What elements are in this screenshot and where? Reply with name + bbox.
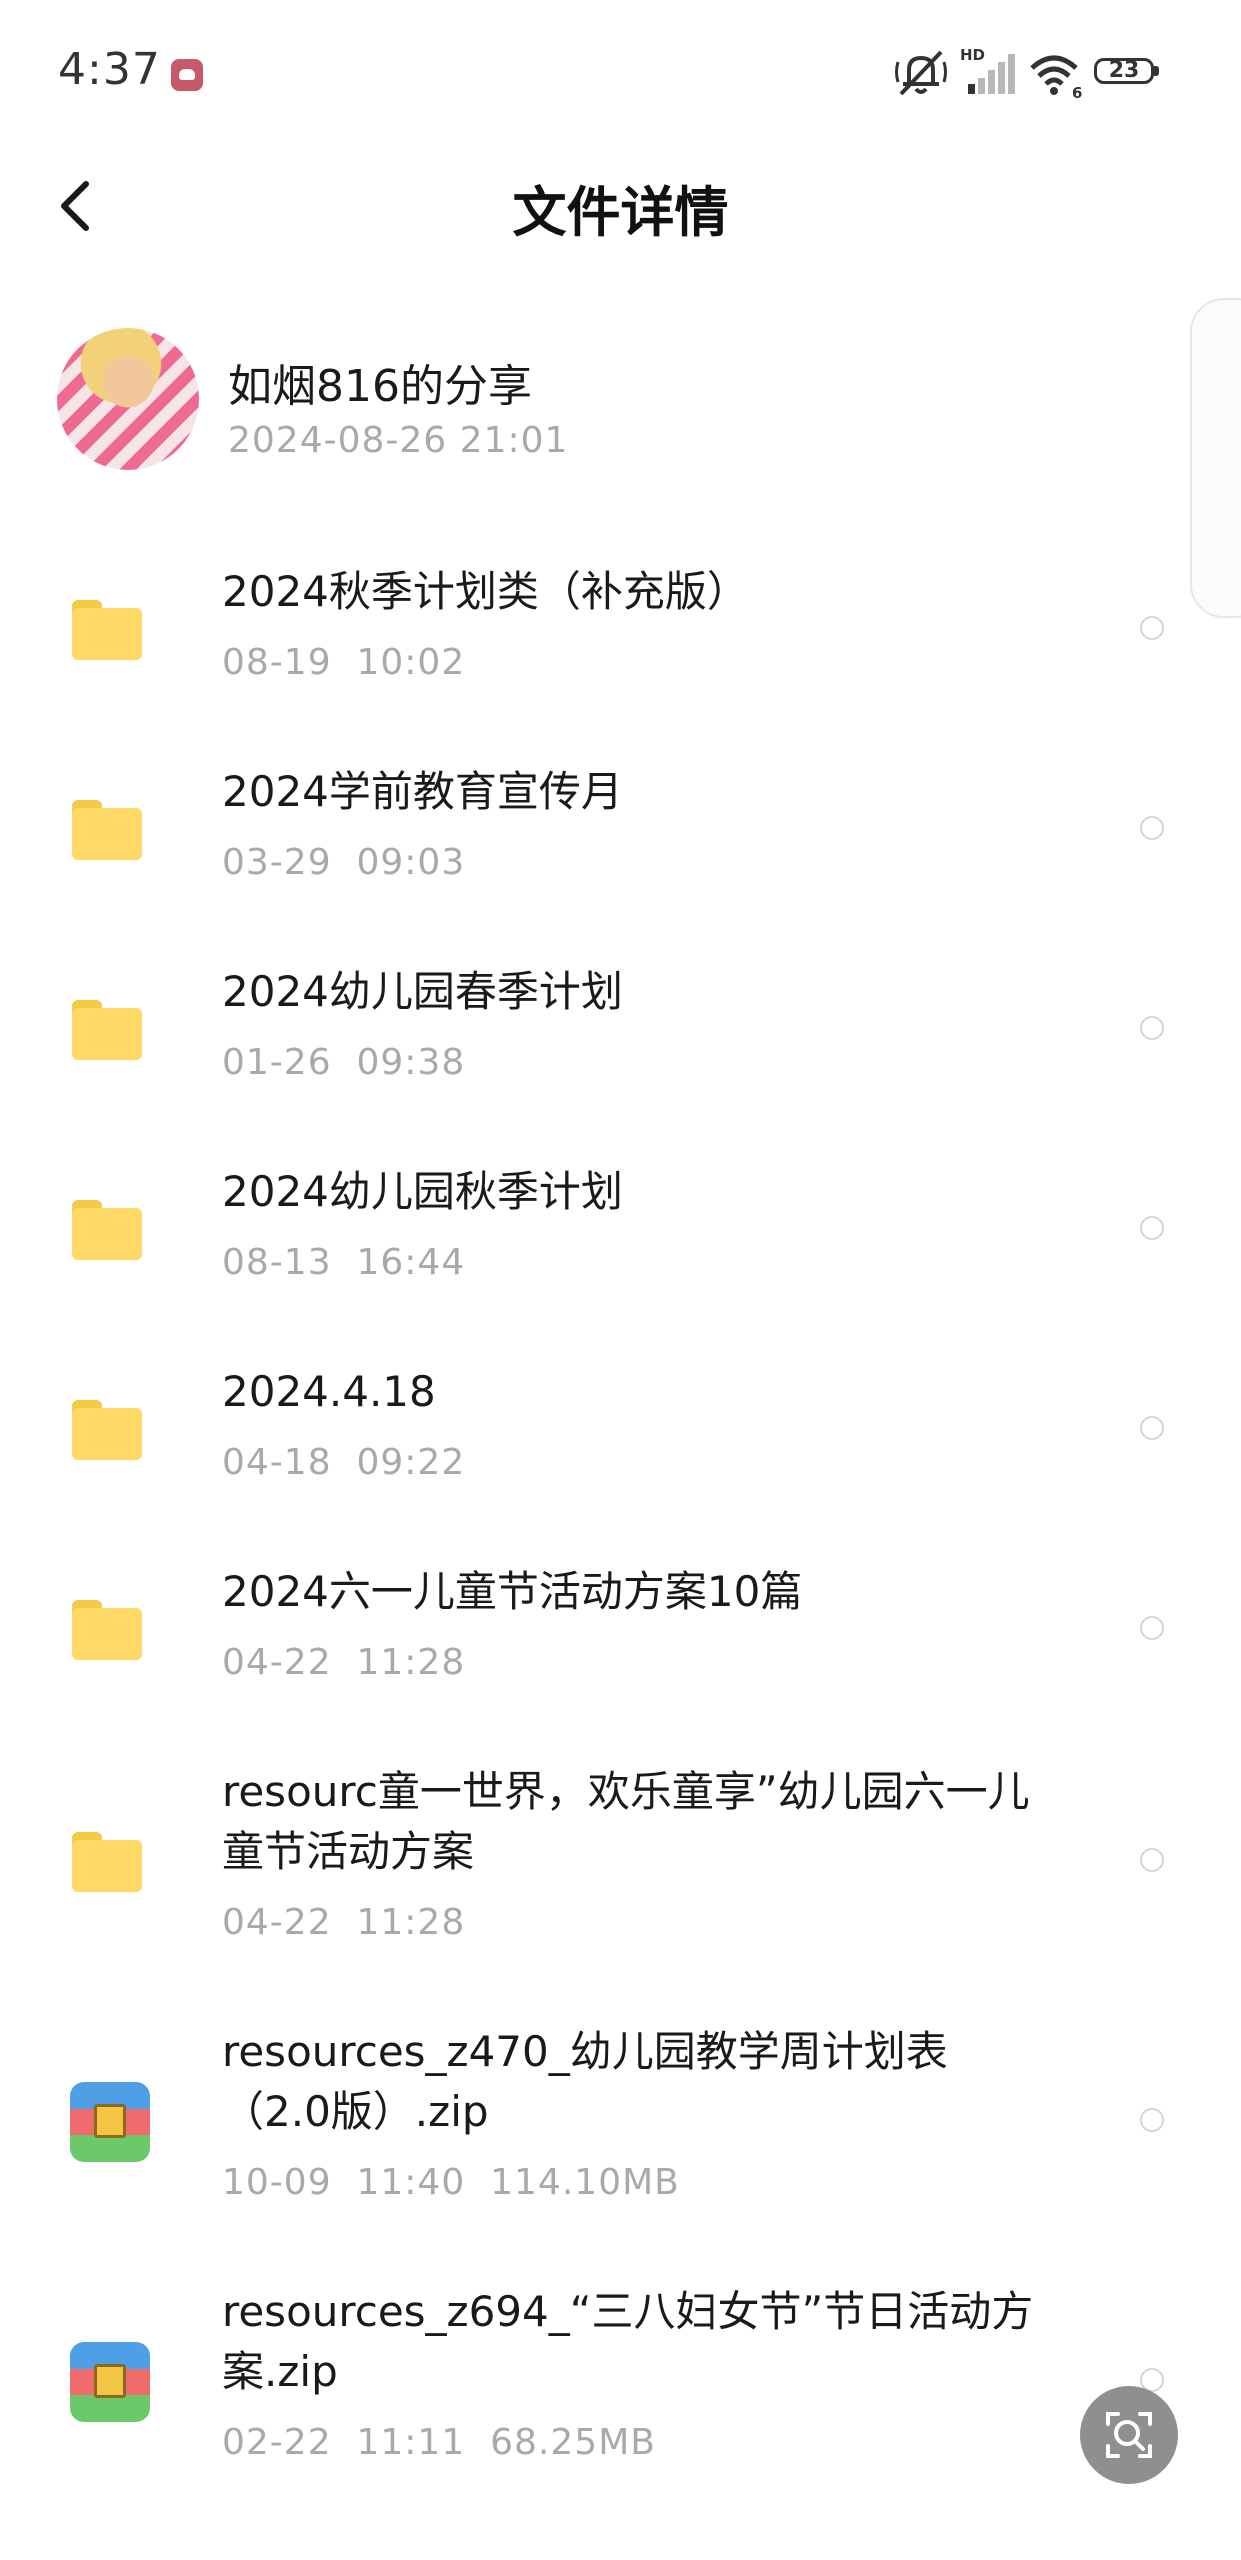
image-search-icon (1106, 2412, 1152, 2458)
status-bar: 4:37 HD 6 23 (0, 0, 1241, 150)
file-row[interactable]: 2024学前教育宣传月 03-29 09:03 (0, 720, 1241, 920)
select-radio[interactable] (1140, 1416, 1164, 1440)
page-title: 文件详情 (512, 181, 729, 244)
folder-icon (72, 600, 142, 660)
file-name: 2024学前教育宣传月 (222, 767, 623, 816)
file-meta: 04-22 11:28 (222, 1902, 466, 1943)
status-time: 4:37 (58, 44, 161, 95)
cellular-signal-icon: HD (960, 46, 1015, 94)
sharer-name: 如烟816的分享 (228, 361, 532, 412)
image-search-button[interactable] (1080, 2386, 1178, 2484)
file-meta: 04-22 11:28 (222, 1642, 466, 1683)
avatar[interactable] (57, 328, 199, 470)
select-radio[interactable] (1140, 1616, 1164, 1640)
file-name: 2024幼儿园春季计划 (222, 967, 623, 1016)
select-radio[interactable] (1140, 1216, 1164, 1240)
folder-icon (72, 800, 142, 860)
file-name: 2024幼儿园秋季计划 (222, 1167, 623, 1216)
file-row[interactable]: resources_z694_“三八妇女节”节日活动方案.zip 02-22 1… (0, 2240, 1241, 2500)
select-radio[interactable] (1140, 616, 1164, 640)
file-row[interactable]: 2024秋季计划类（补充版） 08-19 10:02 (0, 520, 1241, 720)
folder-icon (72, 1000, 142, 1060)
select-radio[interactable] (1140, 1848, 1164, 1872)
file-name: resourc童一世界，欢乐童享”幼儿园六一儿童节活动方案 (222, 1767, 1030, 1876)
file-row[interactable]: 2024.4.18 04-18 09:22 (0, 1320, 1241, 1520)
battery-indicator: 23 (1094, 58, 1162, 88)
file-name: 2024六一儿童节活动方案10篇 (222, 1567, 803, 1616)
file-meta: 01-26 09:38 (222, 1042, 466, 1083)
battery-cap (1154, 66, 1159, 76)
folder-icon (72, 1200, 142, 1260)
archive-zip-icon (70, 2342, 150, 2422)
wifi-6-label: 6 (1072, 84, 1082, 100)
battery-level: 23 (1108, 58, 1140, 83)
folder-icon (72, 1400, 142, 1460)
file-name: resources_z694_“三八妇女节”节日活动方案.zip (222, 2287, 1034, 2396)
file-meta: 10-09 11:40 114.10MB (222, 2162, 680, 2203)
select-radio[interactable] (1140, 2108, 1164, 2132)
file-meta: 08-13 16:44 (222, 1242, 466, 1283)
sharer-info: 如烟816的分享 2024-08-26 21:01 (0, 320, 1180, 480)
file-meta: 03-29 09:03 (222, 842, 466, 883)
archive-zip-icon (70, 2082, 150, 2162)
file-row[interactable]: 2024幼儿园春季计划 01-26 09:38 (0, 920, 1241, 1120)
file-row[interactable]: resources_z470_幼儿园教学周计划表（2.0版）.zip 10-09… (0, 1980, 1241, 2240)
file-meta: 08-19 10:02 (222, 642, 466, 683)
folder-icon (72, 1600, 142, 1660)
file-meta: 04-18 09:22 (222, 1442, 466, 1483)
select-radio[interactable] (1140, 1016, 1164, 1040)
cloud-app-notification-icon (171, 59, 203, 91)
select-radio[interactable] (1140, 816, 1164, 840)
folder-icon (72, 1832, 142, 1892)
signal-hd-label: HD (960, 46, 985, 64)
file-name: resources_z470_幼儿园教学周计划表（2.0版）.zip (222, 2027, 948, 2136)
file-name: 2024秋季计划类（补充版） (222, 567, 749, 616)
file-row[interactable]: resourc童一世界，欢乐童享”幼儿园六一儿童节活动方案 04-22 11:2… (0, 1720, 1241, 1980)
file-name: 2024.4.18 (222, 1367, 436, 1416)
file-row[interactable]: 2024幼儿园秋季计划 08-13 16:44 (0, 1120, 1241, 1320)
share-timestamp: 2024-08-26 21:01 (228, 420, 569, 461)
file-meta: 02-22 11:11 68.25MB (222, 2422, 656, 2463)
wifi-icon: 6 (1030, 55, 1082, 100)
file-row[interactable]: 2024六一儿童节活动方案10篇 04-22 11:28 (0, 1520, 1241, 1720)
app-header: 文件详情 (0, 150, 1241, 260)
vibrate-mute-icon (895, 50, 947, 96)
